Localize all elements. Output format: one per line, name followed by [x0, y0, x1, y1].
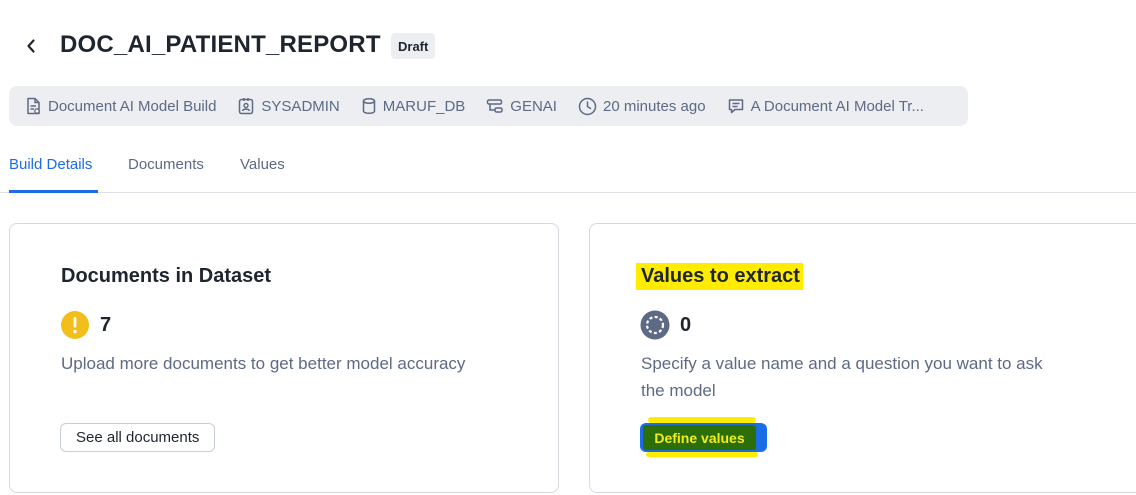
- tab-documents[interactable]: Documents: [128, 156, 204, 173]
- documents-count-row: 7: [60, 310, 111, 340]
- user-badge-icon: [239, 98, 254, 115]
- values-count: 0: [680, 313, 692, 336]
- tab-values[interactable]: Values: [240, 156, 285, 173]
- see-all-documents-button[interactable]: See all documents: [60, 423, 216, 452]
- values-description: Specify a value name and a question you …: [641, 350, 1043, 404]
- page-header: DOC_AI_PATIENT_REPORT Draft: [0, 0, 1136, 86]
- schema-icon: [487, 99, 504, 113]
- meta-modified: 20 minutes ago: [578, 97, 706, 116]
- meta-object-type: Document AI Model Build: [25, 97, 216, 115]
- meta-schema: GENAI: [486, 97, 557, 115]
- documents-description: Upload more documents to get better mode…: [61, 354, 466, 373]
- define-values-button[interactable]: Define values: [640, 423, 767, 452]
- meta-owner: SYSADMIN: [237, 97, 340, 115]
- define-values-button-label: Define values: [643, 425, 756, 450]
- values-card-title: Values to extract: [636, 263, 803, 290]
- meta-comment: A Document AI Model Tr...: [727, 97, 924, 115]
- meta-modified-text: 20 minutes ago: [602, 97, 706, 115]
- values-card: Values to extract 0 Specify a value name…: [589, 223, 1136, 493]
- status-badge: Draft: [391, 33, 436, 59]
- values-description-line-2: the model: [641, 381, 716, 400]
- meta-schema-text: GENAI: [510, 97, 557, 115]
- clock-icon: [578, 97, 597, 115]
- values-description-line-1: Specify a value name and a question you …: [641, 354, 1043, 373]
- meta-object-type-text: Document AI Model Build: [48, 97, 217, 115]
- documents-card-title: Documents in Dataset: [61, 265, 272, 287]
- database-icon: [362, 97, 376, 115]
- page-title: DOC_AI_PATIENT_REPORT: [60, 31, 381, 58]
- chevron-left-icon: [27, 39, 35, 53]
- comment-icon: [728, 99, 743, 114]
- documents-card: Documents in Dataset 7 Upload more docum…: [9, 223, 559, 493]
- meta-owner-text: SYSADMIN: [261, 97, 340, 115]
- values-count-row: 0: [640, 310, 691, 340]
- warning-icon: [61, 311, 89, 339]
- progress-ring-icon: [640, 310, 670, 340]
- documents-count: 7: [100, 313, 112, 336]
- active-tab-indicator: [9, 190, 98, 193]
- highlight-stroke-bottom: [646, 452, 758, 457]
- meta-database: MARUF_DB: [361, 97, 466, 115]
- meta-comment-text: A Document AI Model Tr...: [750, 97, 924, 115]
- values-card-title-text: Values to extract: [636, 263, 803, 290]
- meta-database-text: MARUF_DB: [382, 97, 466, 115]
- tab-build-details[interactable]: Build Details: [9, 156, 92, 173]
- document-build-icon: [27, 97, 40, 115]
- back-button[interactable]: [20, 34, 42, 58]
- tab-bar: Build Details Documents Values: [0, 140, 1136, 193]
- metadata-bar: Document AI Model Build SYSADMIN MARUF_D…: [9, 86, 968, 126]
